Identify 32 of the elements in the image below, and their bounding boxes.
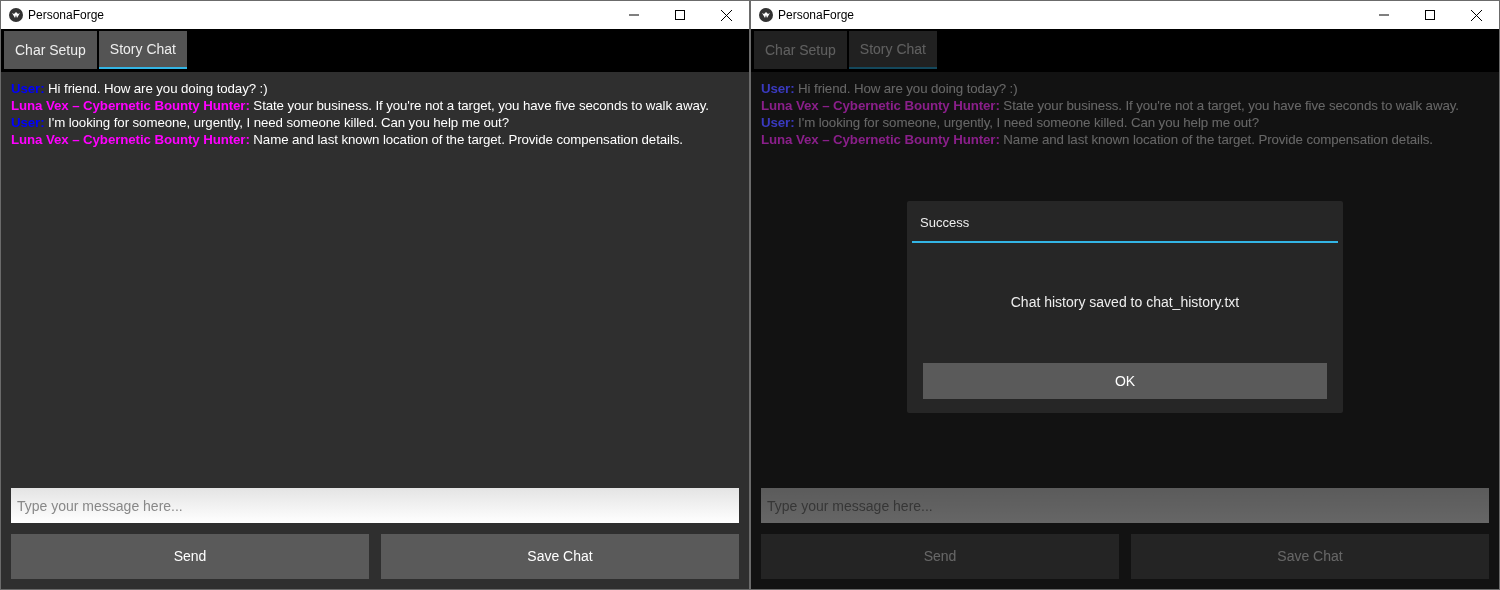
app-logo-icon xyxy=(759,8,773,22)
message-text: I'm looking for someone, urgently, I need someone killed. Can you help me out? xyxy=(798,115,1259,130)
window-title: PersonaForge xyxy=(28,7,105,24)
speaker-name: User: xyxy=(761,115,795,130)
app-logo-icon xyxy=(9,8,23,22)
speaker-name: Luna Vex – Cybernetic Bounty Hunter: xyxy=(761,132,1000,147)
maximize-icon xyxy=(1425,10,1435,20)
speaker-name: Luna Vex – Cybernetic Bounty Hunter: xyxy=(761,98,1000,113)
action-button[interactable]: Save Chat xyxy=(381,534,739,579)
maximize-icon xyxy=(675,10,685,20)
window-title: PersonaForge xyxy=(778,7,855,24)
speaker-name: User: xyxy=(11,81,45,96)
action-button[interactable]: Send xyxy=(11,534,369,579)
speaker-name: User: xyxy=(761,81,795,96)
speaker-name: User: xyxy=(11,115,45,130)
message-text: State your business. If you're not a target, you have five seconds to walk away. xyxy=(253,98,709,113)
dialog-message: Chat history saved to chat_history.txt xyxy=(1010,293,1240,313)
message-text: Hi friend. How are you doing today? :) xyxy=(48,81,268,96)
message-text: Name and last known location of the target. Provide compensation details. xyxy=(1003,132,1433,147)
close-icon xyxy=(720,9,732,21)
dialog-title: Success xyxy=(912,213,1338,243)
tab[interactable]: Char Setup xyxy=(4,31,97,69)
message-text: Hi friend. How are you doing today? :) xyxy=(798,81,1018,96)
message-input-field[interactable]: Type your message here... xyxy=(11,488,739,523)
ok-button[interactable]: OK xyxy=(923,363,1327,399)
speaker-name: Luna Vex – Cybernetic Bounty Hunter: xyxy=(11,98,250,113)
tab[interactable]: Story Chat xyxy=(98,31,187,69)
message-text: State your business. If you're not a target, you have five seconds to walk away. xyxy=(1003,98,1459,113)
speaker-name: Luna Vex – Cybernetic Bounty Hunter: xyxy=(11,132,250,147)
message-text: Name and last known location of the target. Provide compensation details. xyxy=(253,132,683,147)
message-text: I'm looking for someone, urgently, I need someone killed. Can you help me out? xyxy=(48,115,509,130)
close-icon xyxy=(1470,9,1482,21)
